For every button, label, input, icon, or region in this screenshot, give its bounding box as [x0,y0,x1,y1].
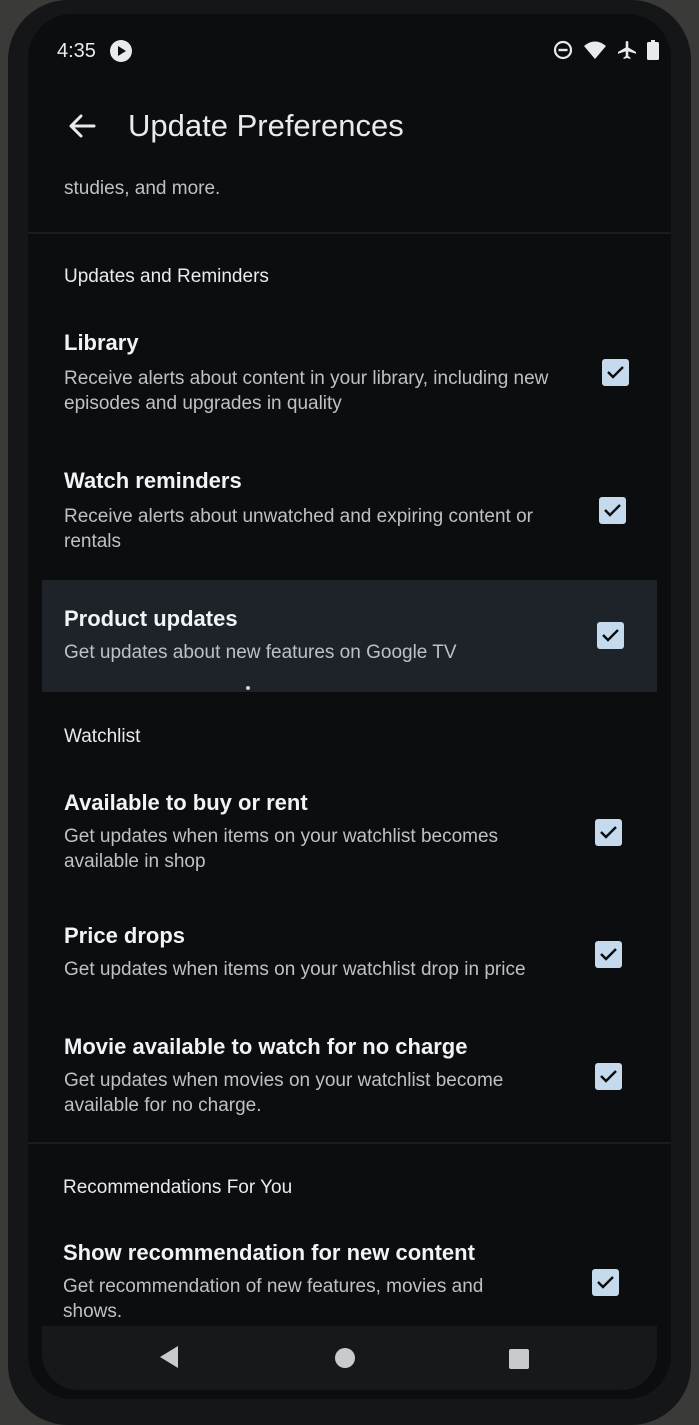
check-icon [597,1276,614,1289]
pref-title: Movie available to watch for no charge [64,1034,468,1059]
navigation-bar [42,1326,657,1390]
pref-description: Get recommendation of new features, movi… [63,1276,484,1322]
pref-description: Get updates when items on your watchlist… [64,959,526,980]
pref-title: Show recommendation for new content [63,1240,475,1265]
battery-icon [647,40,659,60]
pref-description: Get updates about new features on Google… [64,642,457,663]
check-icon [600,826,617,839]
no-charge-checkbox[interactable] [595,1063,622,1090]
nav-back-icon[interactable] [158,1344,180,1370]
scroll-indicator [246,686,250,690]
pref-description: Receive alerts about unwatched and expir… [64,506,533,552]
app-bar: Update Preferences [28,84,671,174]
page-title: Update Preferences [128,108,404,143]
status-time: 4:35 [57,40,96,62]
pref-row-product-updates[interactable]: Product updates Get updates about new fe… [42,580,657,692]
pref-title: Price drops [64,923,186,948]
status-icons [553,40,659,60]
airplane-icon [618,41,636,59]
arrow-back-icon[interactable] [66,110,98,142]
library-checkbox[interactable] [602,359,629,386]
pref-row-recommendations[interactable]: Show recommendation for new content Get … [42,1236,657,1336]
pref-title: Watch reminders [64,468,242,493]
divider [28,232,671,234]
price-drops-checkbox[interactable] [595,941,622,968]
app-notification-icon [110,40,132,62]
pref-row-no-charge[interactable]: Movie available to watch for no charge G… [42,1030,657,1140]
pref-row-library[interactable]: Library Receive alerts about content in … [42,324,657,434]
check-icon [600,1070,617,1083]
recommendations-checkbox[interactable] [592,1269,619,1296]
check-icon [600,948,617,961]
pref-row-watch-reminders[interactable]: Watch reminders Receive alerts about unw… [42,464,657,574]
pref-row-price-drops[interactable]: Price drops Get updates when items on yo… [42,919,657,1009]
pref-description: Get updates when movies on your watchlis… [64,1070,504,1116]
pref-title: Library [64,330,139,355]
nav-recents-icon[interactable] [509,1349,529,1369]
do-not-disturb-icon [553,40,573,60]
pref-title: Available to buy or rent [64,790,308,815]
watch-reminders-checkbox[interactable] [599,497,626,524]
screen: 4:35 Update Preferences studies, and mor… [28,14,671,1399]
nav-home-icon[interactable] [335,1348,355,1368]
check-icon [607,366,624,379]
section-header-watchlist: Watchlist [64,726,141,747]
intro-text: studies, and more. [64,178,221,199]
divider [28,1142,671,1144]
pref-row-available-to-buy[interactable]: Available to buy or rent Get updates whe… [42,784,657,894]
check-icon [604,504,621,517]
pref-description: Receive alerts about content in your lib… [64,368,549,414]
status-bar: 4:35 [28,14,671,84]
wifi-icon [584,41,606,59]
pref-title: Product updates [64,606,238,631]
section-header-recommendations: Recommendations For You [63,1177,293,1198]
pref-description: Get updates when items on your watchlist… [64,826,499,872]
product-updates-checkbox[interactable] [597,622,624,649]
section-header-updates: Updates and Reminders [64,266,269,287]
check-icon [602,629,619,642]
available-to-buy-checkbox[interactable] [595,819,622,846]
